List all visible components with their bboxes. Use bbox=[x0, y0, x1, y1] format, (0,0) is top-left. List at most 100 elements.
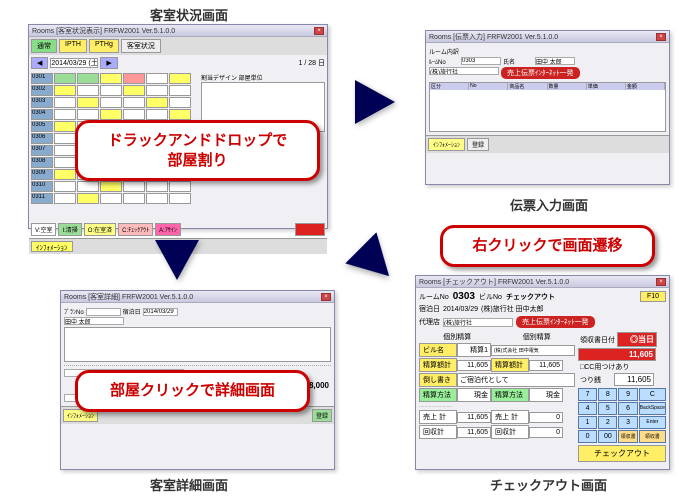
agent-field[interactable] bbox=[443, 318, 513, 327]
window-titlebar: Rooms [チェックアウト] FRFW2001 Ver.5.1.0.0 × bbox=[416, 276, 669, 288]
window-titlebar: Rooms [伝票入力] FRFW2001 Ver.5.1.0.0 × bbox=[426, 31, 669, 43]
close-icon[interactable]: × bbox=[656, 33, 666, 41]
legend-bar: V:空室 I:清掃 O:在室済 C:ﾁｪｯｸｱｳﾄ A:ｱｻｲﾝ bbox=[29, 221, 327, 238]
prev-button[interactable]: ◀ bbox=[31, 57, 48, 69]
close-icon[interactable]: × bbox=[314, 27, 324, 35]
key-8[interactable]: 8 bbox=[598, 388, 617, 401]
key-bs[interactable]: BackSpace bbox=[639, 402, 666, 415]
key-3[interactable]: 3 bbox=[618, 416, 637, 429]
numeric-keypad: 7 8 9 C 4 5 6 BackSpace 1 2 3 Enter 0 00… bbox=[578, 388, 666, 443]
col-no: No bbox=[469, 83, 508, 90]
key-9[interactable]: 9 bbox=[618, 388, 637, 401]
key-6[interactable]: 6 bbox=[618, 402, 637, 415]
col-qty: 数量 bbox=[548, 83, 587, 90]
key-1[interactable]: 1 bbox=[578, 416, 597, 429]
tsuri-label: つり銭 bbox=[578, 375, 614, 385]
key-7[interactable]: 7 bbox=[578, 388, 597, 401]
slip-entry-window: Rooms [伝票入力] FRFW2001 Ver.5.1.0.0 × ルーム内… bbox=[425, 30, 670, 185]
alert-pill: 売上伝票ｲﾝﾀｰﾈｯﾄ一発 bbox=[501, 67, 580, 79]
window-titlebar: Rooms [客室詳細] FRFW2001 Ver.5.1.0.0 × bbox=[61, 291, 334, 303]
col-kubun: 区分 bbox=[430, 83, 469, 90]
f10-button[interactable]: F10 bbox=[640, 291, 666, 302]
checkout-button[interactable]: チェックアウト bbox=[578, 445, 666, 462]
callout-drag-drop: ドラックアンドドロップで部屋割り bbox=[75, 120, 320, 181]
slip-table[interactable]: 区分 No 商品名 数量 単価 金額 bbox=[429, 82, 666, 132]
legend-vacant: V:空室 bbox=[31, 223, 56, 236]
kaishu2-label: 回収計 bbox=[491, 425, 529, 439]
today-amount: 11,605 bbox=[578, 348, 656, 361]
tab-ipth[interactable]: IPTH bbox=[59, 39, 87, 53]
legend-occupied: O:在室済 bbox=[84, 223, 116, 236]
name-field[interactable] bbox=[64, 317, 124, 325]
close-icon[interactable]: × bbox=[321, 293, 331, 301]
method-val: 現金 bbox=[457, 388, 491, 402]
plan-field[interactable] bbox=[86, 308, 121, 316]
agent-field[interactable] bbox=[429, 67, 499, 75]
sec-combined: 個別精算 bbox=[499, 332, 576, 342]
kaishu2-val: 0 bbox=[529, 427, 563, 438]
side-header: 割当デザイン 部屋単位 bbox=[201, 73, 325, 82]
settlement-right: 領収書日付◎当日 11,605 □CC用つけあり つり銭11,605 7 8 9… bbox=[578, 331, 666, 462]
cc-label[interactable]: □CC用つけあり bbox=[578, 362, 631, 372]
stay-label: 宿泊日 bbox=[419, 304, 440, 314]
window-titlebar: Rooms [客室状況表示] FRFW2001 Ver.5.1.0.0 × bbox=[29, 25, 327, 37]
agent-label: 代理店 bbox=[419, 317, 440, 327]
register-button[interactable]: 登録 bbox=[467, 138, 489, 151]
arrow-diag-icon bbox=[345, 232, 404, 291]
key-c[interactable]: C bbox=[639, 388, 666, 401]
close-icon[interactable]: × bbox=[656, 278, 666, 286]
key-enter[interactable]: Enter bbox=[639, 416, 666, 429]
bill-label: ビルNo bbox=[479, 292, 502, 302]
date-field[interactable] bbox=[50, 58, 98, 68]
legend-assign: A:ｱｻｲﾝ bbox=[155, 223, 181, 236]
guest-name: (株)旅行社 田中太郎 bbox=[481, 304, 544, 314]
uriage-label: 売上 計 bbox=[419, 410, 457, 424]
method2-label[interactable]: 精算方法 bbox=[491, 388, 529, 402]
info-button[interactable]: ｲﾝﾌｫﾒｰｼｮﾝ bbox=[31, 241, 73, 252]
title-slip-entry: 伝票入力画面 bbox=[510, 195, 588, 214]
title-checkout: チェックアウト画面 bbox=[490, 475, 607, 494]
register-button[interactable]: 登録 bbox=[312, 409, 332, 422]
receipt-today[interactable]: ◎当日 bbox=[617, 332, 657, 347]
legend-checkout: C:ﾁｪｯｸｱｳﾄ bbox=[118, 223, 153, 236]
callout-right-click: 右クリックで画面遷移 bbox=[440, 225, 655, 267]
tsuri-val: 11,605 bbox=[614, 373, 654, 386]
title-room-status: 客室状況画面 bbox=[150, 5, 228, 24]
name-label: 氏名 bbox=[503, 57, 533, 66]
key-receipt[interactable]: 領収書 bbox=[618, 430, 637, 443]
page-info: 1 / 28 日 bbox=[299, 58, 325, 68]
name-field[interactable] bbox=[535, 57, 575, 65]
method-label[interactable]: 精算方法 bbox=[419, 388, 457, 402]
legend-clean: I:清掃 bbox=[58, 223, 81, 236]
key-2[interactable]: 2 bbox=[598, 416, 617, 429]
settlement-left: 個別精算個別精算 ビル名精算1(株)式会社 田中電気 精算額計11,605精算額… bbox=[419, 331, 575, 462]
room-field[interactable] bbox=[461, 57, 501, 65]
total2-value: 11,605 bbox=[529, 360, 563, 371]
key-00[interactable]: 00 bbox=[598, 430, 617, 443]
next-button[interactable]: ▶ bbox=[100, 57, 117, 69]
key-0[interactable]: 0 bbox=[578, 430, 597, 443]
billname-label: ビル名 bbox=[419, 343, 457, 357]
room-value: 0303 bbox=[453, 291, 475, 302]
tab-normal[interactable]: 通常 bbox=[31, 39, 57, 53]
group-label: ルーム内訳 bbox=[429, 47, 459, 56]
total2-label: 精算額計 bbox=[491, 358, 529, 372]
window-title: Rooms [チェックアウト] FRFW2001 Ver.5.1.0.0 bbox=[419, 277, 569, 287]
kaishu-label: 回収計 bbox=[419, 425, 457, 439]
total-label: 精算額計 bbox=[419, 358, 457, 372]
key-4[interactable]: 4 bbox=[578, 402, 597, 415]
info-button[interactable]: ｲﾝﾌｫﾒｰｼｮﾝ bbox=[428, 138, 465, 151]
key-receipt2[interactable]: 領収書 bbox=[639, 430, 666, 443]
tab-pthg[interactable]: PTHg bbox=[89, 39, 119, 53]
detail-table[interactable] bbox=[64, 327, 331, 362]
date-bar: ◀ ▶ 1 / 28 日 bbox=[29, 55, 327, 71]
receipt-date-label: 領収書日付 bbox=[578, 335, 617, 345]
divider: ........................ bbox=[419, 403, 575, 409]
date-field[interactable] bbox=[143, 308, 178, 316]
tab-roomstatus[interactable]: 客室状況 bbox=[121, 39, 161, 53]
arrow-down-icon bbox=[155, 240, 199, 280]
billname-val: 精算1 bbox=[457, 343, 491, 357]
key-5[interactable]: 5 bbox=[598, 402, 617, 415]
uriage-val: 11,605 bbox=[457, 412, 491, 423]
room-label: ルームNo bbox=[419, 292, 449, 302]
